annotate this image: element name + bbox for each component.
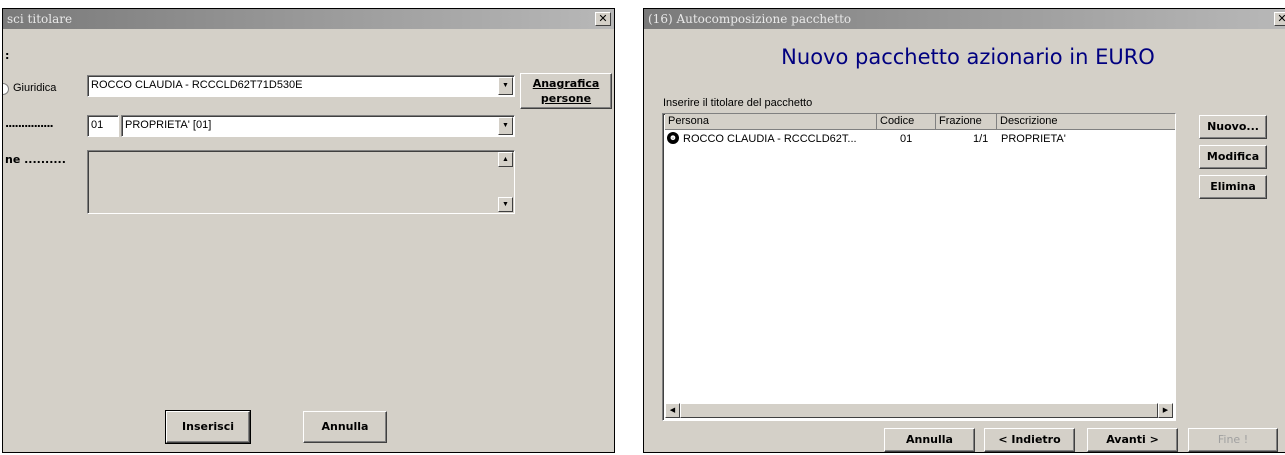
anagrafica-label-line2: persone xyxy=(540,92,592,105)
holders-list[interactable]: Persona Codice Frazione Descrizione ☻ RO… xyxy=(662,113,1176,421)
person-select[interactable]: ROCCO CLAUDIA - RCCCLD62T71D530E ▼ xyxy=(87,75,515,97)
person-select-value: ROCCO CLAUDIA - RCCCLD62T71D530E xyxy=(91,79,303,91)
modifica-button[interactable]: Modifica xyxy=(1199,145,1267,169)
scroll-left-icon[interactable]: ◀ xyxy=(665,403,680,418)
column-header-descrizione[interactable]: Descrizione xyxy=(997,114,1175,130)
scrollbar-thumb[interactable] xyxy=(680,403,1158,418)
wizard-title: (16) Autocomposizione pacchetto xyxy=(648,12,852,26)
ownership-type-value: PROPRIETA' [01] xyxy=(125,119,212,131)
dialog-titlebar: sci titolare xyxy=(3,9,614,29)
ownership-code-field[interactable]: 01 xyxy=(87,115,119,137)
cell-codice: 01 xyxy=(900,133,913,145)
avanti-button[interactable]: Avanti > xyxy=(1087,428,1178,452)
close-icon[interactable]: ✕ xyxy=(595,12,611,26)
column-header-persona[interactable]: Persona xyxy=(665,114,877,130)
inserisci-label: Inserisci xyxy=(182,420,234,433)
cell-frazione: 1/1 xyxy=(973,133,989,145)
fine-label: Fine ! xyxy=(1217,433,1249,446)
nuovo-label: Nuovo... xyxy=(1207,120,1259,133)
scroll-down-icon[interactable]: ▼ xyxy=(498,197,513,212)
ownership-type-select[interactable]: PROPRIETA' [01] ▼ xyxy=(121,115,515,137)
insert-holder-dialog: sci titolare ✕ : Giuridica ROCCO CLAUDIA… xyxy=(2,8,615,453)
column-header-codice[interactable]: Codice xyxy=(877,114,936,130)
close-icon[interactable]: ✕ xyxy=(1274,12,1285,26)
autocomposition-wizard: (16) Autocomposizione pacchetto ✕ Nuovo … xyxy=(643,8,1285,453)
dialog-title: sci titolare xyxy=(7,12,73,26)
scroll-up-icon[interactable]: ▲ xyxy=(498,152,513,167)
indietro-button[interactable]: < Indietro xyxy=(984,428,1075,452)
inserisci-button[interactable]: Inserisci xyxy=(165,410,251,444)
chevron-down-icon[interactable]: ▼ xyxy=(498,77,513,95)
anagrafica-label-line1: Anagrafica xyxy=(532,77,600,90)
cell-persona: ROCCO CLAUDIA - RCCCLD62T... xyxy=(683,133,857,145)
radio-giuridica[interactable] xyxy=(3,83,9,95)
scroll-right-icon[interactable]: ▶ xyxy=(1158,403,1173,418)
fine-button[interactable]: Fine ! xyxy=(1188,428,1278,452)
elimina-button[interactable]: Elimina xyxy=(1199,175,1267,199)
column-header-frazione[interactable]: Frazione xyxy=(936,114,997,130)
cell-descrizione: PROPRIETA' xyxy=(1001,133,1066,145)
notes-textarea[interactable]: ▲ ▼ xyxy=(87,150,515,214)
wizard-annulla-label: Annulla xyxy=(906,433,953,446)
elimina-label: Elimina xyxy=(1210,180,1256,193)
table-row[interactable]: ☻ ROCCO CLAUDIA - RCCCLD62T... 01 1/1 PR… xyxy=(665,131,1173,147)
instruction-text: Inserire il titolare del pacchetto xyxy=(663,97,813,109)
chevron-down-icon[interactable]: ▼ xyxy=(498,117,513,135)
avanti-label: Avanti > xyxy=(1106,433,1159,446)
annulla-button[interactable]: Annulla xyxy=(303,411,387,443)
anagrafica-persone-button[interactable]: Anagrafica persone xyxy=(520,73,612,109)
indietro-label: < Indietro xyxy=(998,433,1061,446)
ownership-type-label: ............... xyxy=(5,117,54,130)
annulla-label: Annulla xyxy=(321,420,369,433)
wizard-annulla-button[interactable]: Annulla xyxy=(884,428,975,452)
modifica-label: Modifica xyxy=(1206,150,1260,163)
wizard-heading: Nuovo pacchetto azionario in EURO xyxy=(781,45,1155,69)
field-label-colon: : xyxy=(5,49,10,62)
horizontal-scrollbar[interactable]: ◀ ▶ xyxy=(665,403,1173,418)
wizard-titlebar: (16) Autocomposizione pacchetto xyxy=(644,9,1285,29)
radio-giuridica-label: Giuridica xyxy=(13,82,57,94)
notes-label: ne .......... xyxy=(5,153,66,166)
person-icon: ☻ xyxy=(667,132,679,144)
nuovo-button[interactable]: Nuovo... xyxy=(1199,115,1267,139)
